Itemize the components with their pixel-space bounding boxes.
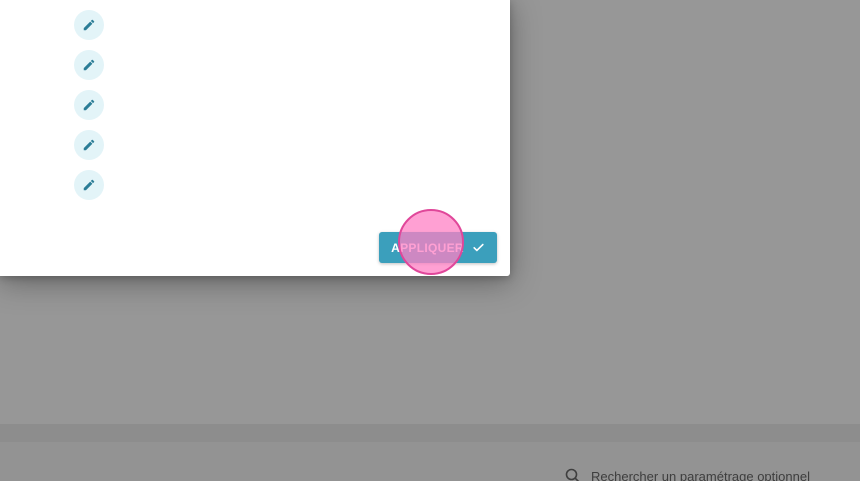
pencil-icon xyxy=(82,58,96,72)
pencil-icon xyxy=(82,18,96,32)
pencil-icon xyxy=(82,138,96,152)
edit-button-2[interactable] xyxy=(74,50,104,80)
check-icon xyxy=(472,241,485,254)
optional-settings-search[interactable]: Rechercher un paramétrage optionnel xyxy=(565,468,810,481)
edit-button-5[interactable] xyxy=(74,170,104,200)
search-icon xyxy=(565,468,581,481)
pencil-icon xyxy=(82,178,96,192)
apply-button[interactable]: APPLIQUER xyxy=(379,232,497,263)
background-divider xyxy=(0,424,860,442)
edit-button-1[interactable] xyxy=(74,10,104,40)
edit-button-3[interactable] xyxy=(74,90,104,120)
pencil-icon xyxy=(82,98,96,112)
search-placeholder: Rechercher un paramétrage optionnel xyxy=(591,468,810,481)
modal-dialog: APPLIQUER xyxy=(0,0,510,276)
apply-button-label: APPLIQUER xyxy=(391,240,464,255)
edit-button-4[interactable] xyxy=(74,130,104,160)
edit-button-list xyxy=(74,10,104,210)
